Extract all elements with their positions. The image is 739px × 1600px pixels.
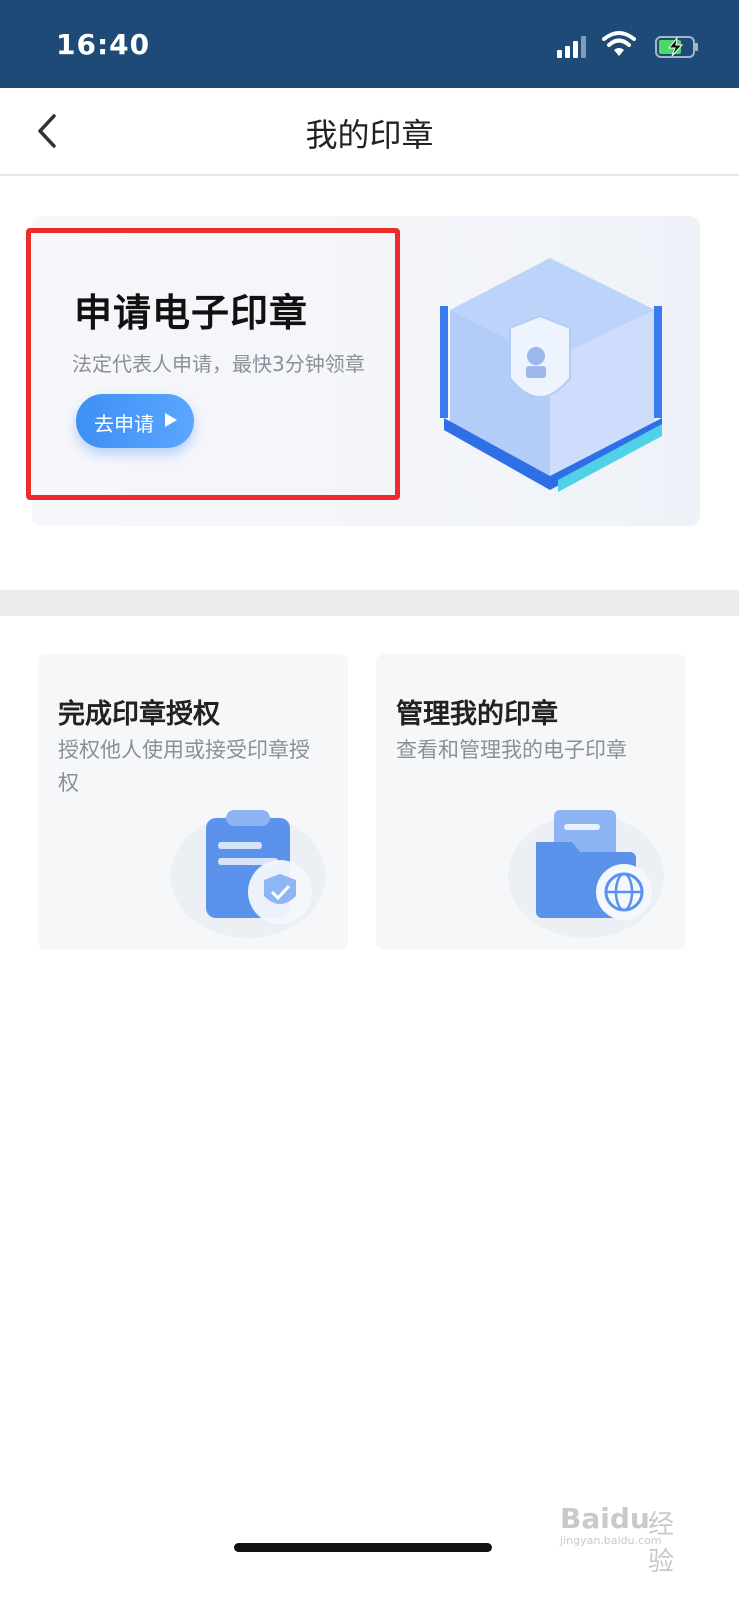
status-bar: 16:40: [0, 0, 739, 88]
seal-authorization-card[interactable]: 完成印章授权 授权他人使用或接受印章授权: [38, 654, 348, 950]
battery-charging-icon: [655, 36, 698, 58]
manage-seals-card[interactable]: 管理我的印章 查看和管理我的电子印章: [376, 654, 686, 950]
status-time: 16:40: [56, 28, 151, 61]
folder-globe-icon: [508, 810, 664, 938]
nav-bar: 我的印章: [0, 88, 739, 176]
apply-button[interactable]: 去申请: [76, 394, 194, 448]
section-separator: [0, 590, 739, 616]
status-icons: [539, 30, 699, 60]
card-title: 管理我的印章: [396, 699, 558, 730]
banner-subtitle: 法定代表人申请，最快3分钟领章: [72, 352, 365, 376]
seal-cube-illustration: [440, 258, 662, 492]
play-triangle-icon: [165, 413, 177, 427]
watermark-url: jingyan.baidu.com: [560, 1534, 662, 1547]
home-indicator[interactable]: [234, 1543, 492, 1552]
baidu-watermark: Baidu 经验 jingyan.baidu.com: [548, 1496, 698, 1577]
clipboard-shield-icon: [170, 810, 326, 938]
card-description: 授权他人使用或接受印章授权: [58, 738, 310, 795]
apply-button-label: 去申请: [94, 412, 154, 436]
card-description: 查看和管理我的电子印章: [396, 738, 627, 762]
wifi-icon: [602, 31, 636, 56]
card-title: 完成印章授权: [58, 699, 220, 730]
page-title: 我的印章: [305, 116, 434, 154]
watermark-brand: Baidu: [560, 1502, 650, 1535]
signal-icon: [557, 36, 589, 58]
banner-title: 申请电子印章: [74, 291, 309, 335]
